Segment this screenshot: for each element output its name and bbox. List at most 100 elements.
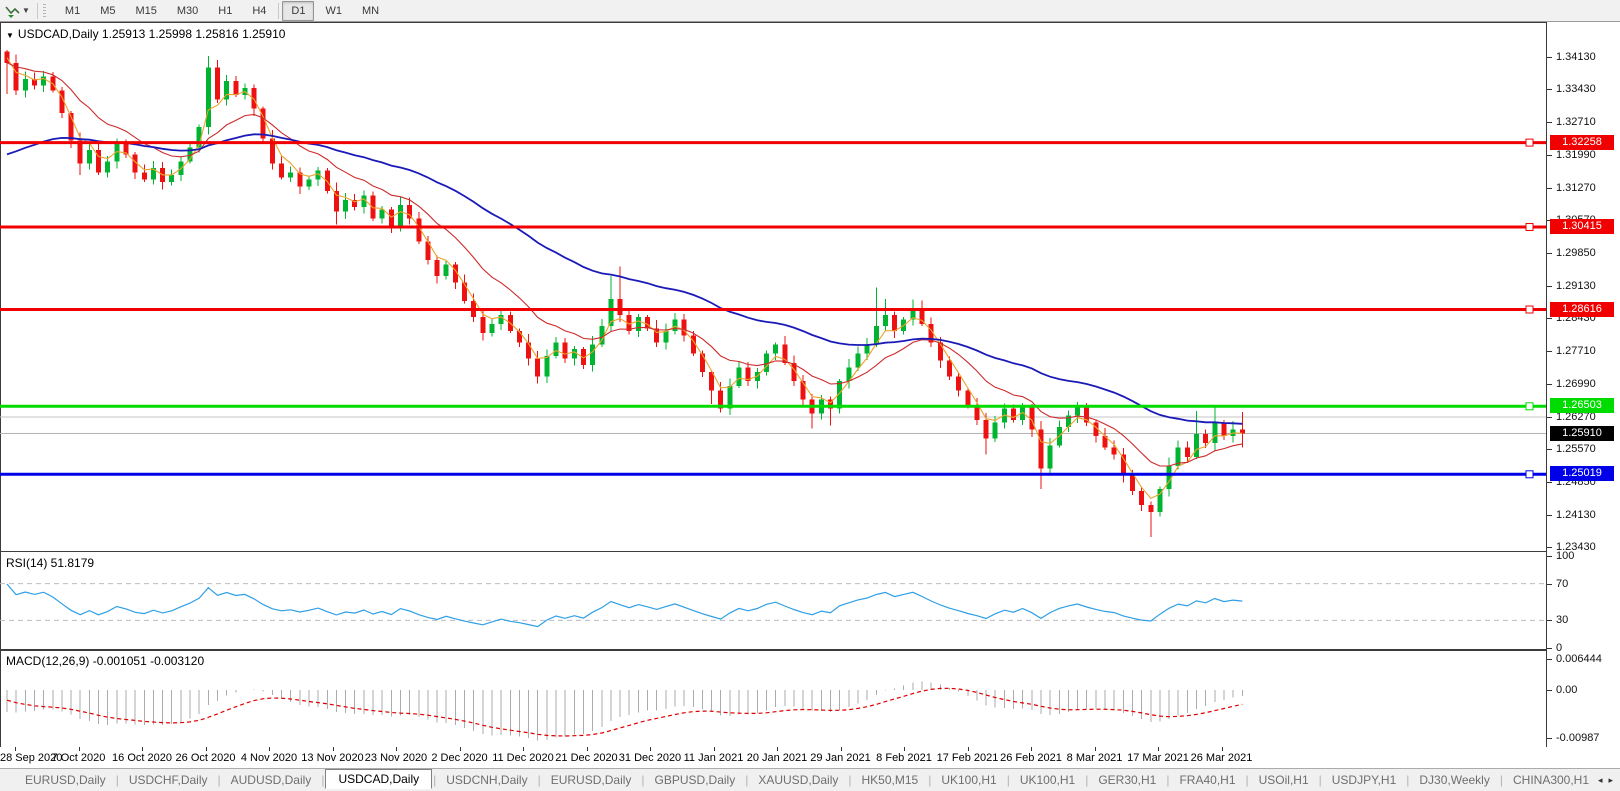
macd-panel[interactable] [0, 650, 1546, 747]
hline-handle [1525, 223, 1534, 231]
tab-eurusd-daily[interactable]: EURUSD,Daily [542, 771, 641, 789]
toolbar-grip[interactable] [42, 3, 49, 18]
axis-tick [1547, 154, 1552, 156]
tab-gbpusd-daily[interactable]: GBPUSD,Daily [646, 771, 745, 789]
tab-usdcnh-daily[interactable]: USDCNH,Daily [437, 771, 536, 789]
hline-price-label: 1.32258 [1550, 134, 1614, 150]
date-tick [78, 747, 80, 751]
tab-xauusd-daily[interactable]: XAUUSD,Daily [749, 771, 847, 789]
price-chart-panel[interactable] [0, 22, 1546, 552]
tab-fra40-h1[interactable]: FRA40,H1 [1170, 771, 1244, 789]
tf-button-m15[interactable]: M15 [126, 1, 165, 21]
date-tick [650, 747, 651, 751]
date-tick [523, 747, 524, 751]
tab-uk100-h1[interactable]: UK100,H1 [932, 771, 1005, 789]
axis-tick [1547, 690, 1552, 691]
date-tick [1158, 747, 1159, 751]
macd-axis-label: 0.006444 [1556, 652, 1602, 665]
chart-cursor-icon[interactable] [3, 3, 21, 19]
tab-uk100-h1[interactable]: UK100,H1 [1011, 771, 1084, 789]
axis-tick [1547, 620, 1552, 622]
rsi-axis-label: 70 [1556, 577, 1569, 590]
hline-price-label: 1.30415 [1550, 219, 1614, 234]
tab-scroll-left-icon[interactable]: ◂ [1598, 775, 1603, 786]
axis-tick [1547, 351, 1552, 352]
tf-button-w1[interactable]: W1 [316, 1, 351, 21]
axis-tick [1547, 515, 1552, 516]
price-axis-label: 1.27710 [1556, 345, 1596, 357]
tf-button-h4[interactable]: H4 [243, 1, 275, 21]
macd-axis-label: 0.00 [1556, 684, 1578, 696]
axis-tick [1547, 56, 1552, 58]
trading-terminal-window: ▼ M1 M5 M15 M30 H1 H4 D1 W1 MN ▼ USDCAD,Daily 1.2… [0, 0, 1620, 791]
tab-hk50-m15[interactable]: HK50,M15 [852, 771, 927, 789]
axis-tick [1547, 417, 1552, 418]
date-tick [713, 747, 715, 751]
axis-tick [1547, 547, 1552, 549]
time-axis[interactable]: 28 Sep 2020 7 Oct 2020 16 Oct 2020 26 Oct 2… [0, 747, 1620, 768]
chart-area: ▼ USDCAD,Daily 1.25913 1.25998 1.25816 1.… [0, 22, 1620, 747]
hline-handle [1525, 138, 1534, 147]
hline-price-label: 1.28616 [1550, 301, 1614, 317]
tab-eurusd-daily[interactable]: EURUSD,Daily [16, 771, 115, 789]
tab-usdchf-daily[interactable]: USDCHF,Daily [120, 771, 217, 789]
tf-button-mn[interactable]: MN [353, 1, 388, 21]
date-tick [1031, 747, 1032, 751]
tf-button-m1[interactable]: M1 [56, 1, 89, 21]
axis-tick [1547, 658, 1552, 660]
hline-handle [1525, 470, 1534, 479]
date-tick [142, 747, 143, 751]
tab-usdjpy-h1[interactable]: USDJPY,H1 [1323, 771, 1405, 789]
price-axis-label: 1.29850 [1556, 246, 1596, 259]
price-axis[interactable]: 1.34130 1.33430 1.32710 1.31990 1.31270 … [1546, 22, 1620, 747]
hline-price-label: 1.26503 [1550, 398, 1614, 414]
axis-tick [1547, 121, 1552, 123]
tab-china300-h1[interactable]: CHINA300,H1 [1504, 771, 1598, 789]
rsi-axis-label: 30 [1556, 614, 1569, 627]
date-label: 26 Mar 2021 [1190, 752, 1253, 764]
axis-tick [1547, 556, 1552, 557]
rsi-panel[interactable] [0, 552, 1546, 650]
date-tick [777, 747, 778, 751]
axis-tick [1547, 88, 1552, 90]
price-axis-label: 1.26990 [1556, 378, 1596, 390]
price-axis-label: 1.31270 [1556, 181, 1596, 194]
chart-title: ▼ USDCAD,Daily 1.25913 1.25998 1.25816 1.… [6, 27, 286, 41]
date-tick [904, 747, 905, 751]
date-tick [1221, 747, 1223, 751]
timeframe-buttons: M1 M5 M15 M30 H1 H4 D1 W1 MN [55, 0, 389, 21]
chevron-down-icon[interactable]: ▼ [21, 6, 35, 15]
date-tick [459, 747, 461, 751]
axis-tick [1547, 252, 1552, 254]
tf-button-m5[interactable]: M5 [91, 1, 124, 21]
tf-button-h1[interactable]: H1 [209, 1, 241, 21]
axis-tick [1547, 583, 1552, 585]
date-tick [269, 747, 270, 751]
macd-label: MACD(12,26,9) -0.001051 -0.003120 [6, 654, 205, 668]
tab-usoil-h1[interactable]: USOil,H1 [1250, 771, 1318, 789]
date-tick [840, 747, 842, 751]
price-axis-label: 1.33430 [1556, 82, 1596, 95]
rsi-axis-label: 100 [1556, 550, 1575, 562]
tab-usdcad-daily[interactable]: USDCAD,Daily [325, 768, 433, 789]
tab-dj30-weekly[interactable]: DJ30,Weekly [1410, 771, 1498, 789]
timeframe-toolbar: ▼ M1 M5 M15 M30 H1 H4 D1 W1 MN [0, 0, 1620, 22]
tab-scroll-right-icon[interactable]: ▸ [1609, 775, 1614, 786]
tab-audusd-daily[interactable]: AUDUSD,Daily [222, 771, 321, 789]
toolbar-separator [278, 2, 280, 19]
chevron-down-icon[interactable]: ▼ [6, 31, 14, 40]
rsi-label: RSI(14) 51.8179 [6, 556, 95, 570]
hline-price-label: 1.25019 [1550, 466, 1614, 482]
chart-tabs-bar: EURUSD,Daily | USDCHF,Daily | AUDUSD,Daily | U… [0, 768, 1620, 791]
price-axis-label: 1.32710 [1556, 115, 1596, 128]
date-tick [967, 747, 969, 751]
date-tick [396, 747, 397, 751]
hline-handle [1525, 305, 1534, 314]
price-axis-label: 1.25570 [1556, 443, 1596, 455]
candlesticks [4, 50, 1245, 537]
date-tick [205, 747, 207, 751]
tab-ger30-h1[interactable]: GER30,H1 [1089, 771, 1165, 789]
tf-button-d1[interactable]: D1 [282, 0, 315, 21]
date-tick [1094, 747, 1096, 751]
tf-button-m30[interactable]: M30 [168, 1, 207, 21]
